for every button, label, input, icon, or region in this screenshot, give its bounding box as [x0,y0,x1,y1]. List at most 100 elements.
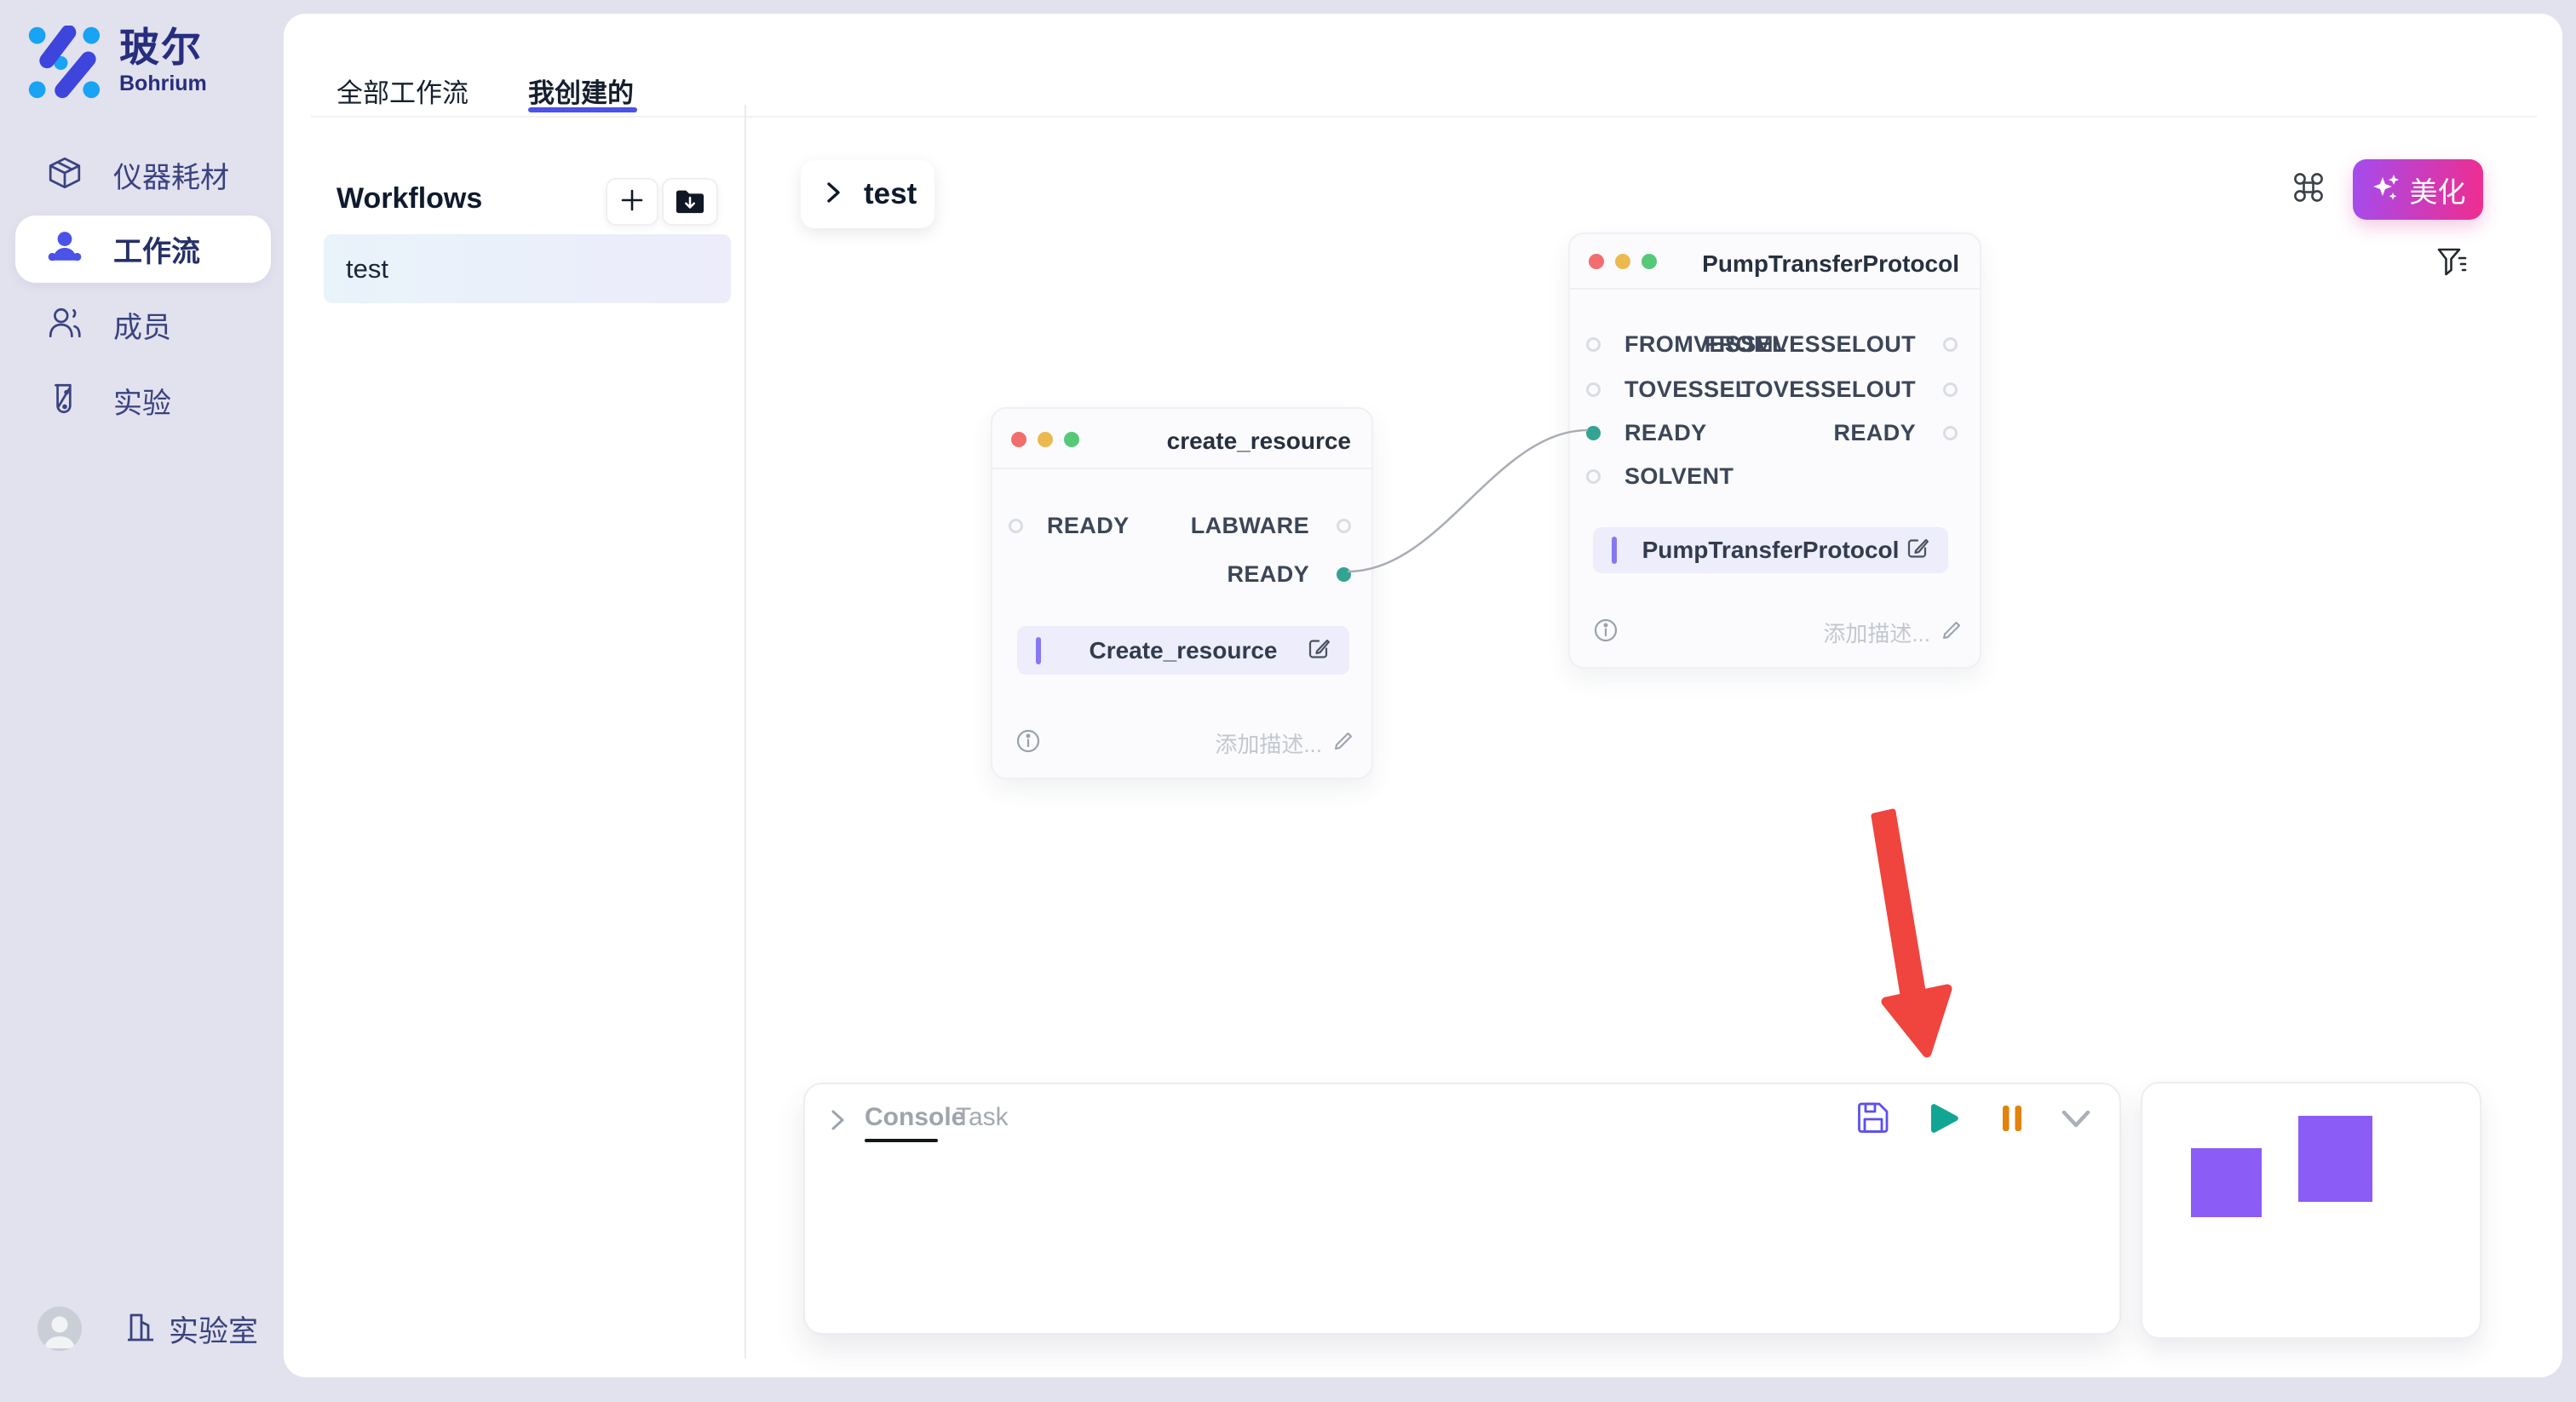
red-dot-icon [1011,432,1026,447]
bohrium-logo-icon [27,26,101,103]
yellow-dot-icon [1615,254,1630,269]
workflows-panel-title: Workflows [336,182,482,215]
green-dot-icon [1642,254,1657,269]
port-ready-out[interactable]: READY [1227,561,1351,587]
node-header: create_resource [992,409,1371,469]
chevron-down-icon[interactable] [2059,1108,2093,1135]
port-circle-connected[interactable] [1586,426,1601,440]
sidebar-item-label: 工作流 [113,228,200,270]
traffic-dots [1589,254,1657,269]
edit-icon[interactable] [1906,536,1931,566]
save-button[interactable] [1855,1100,1891,1140]
node-action-label: Create_resource [1089,637,1277,664]
import-folder-button[interactable] [662,178,718,226]
building-icon [123,1310,157,1348]
workflow-name: test [346,254,388,284]
minimap[interactable] [2141,1082,2481,1339]
add-description[interactable]: 添加描述... [1823,617,1963,648]
node-pump-transfer-protocol[interactable]: PumpTransferProtocol FROMVESSEL TOVESSEL… [1568,233,1981,669]
breadcrumb[interactable]: test [801,160,934,228]
info-icon[interactable] [1015,727,1042,759]
sparkles-icon [2371,172,2401,207]
lab-switcher[interactable]: 实验室 [123,1307,258,1351]
breadcrumb-label: test [864,177,917,211]
port-solvent[interactable]: SOLVENT [1586,463,1734,489]
sidebar: 玻尔 Bohrium 仪器耗材 工作流 [0,0,284,1402]
port-circle[interactable] [1943,426,1958,440]
traffic-dots [1011,432,1079,447]
port-circle[interactable] [1943,337,1958,352]
port-circle[interactable] [1943,382,1958,397]
panel-canvas-divider [745,105,746,1359]
port-label: READY [1833,420,1916,446]
port-ready-in[interactable]: READY [1009,513,1130,538]
port-label: READY [1047,513,1130,539]
port-circle[interactable] [1586,382,1601,397]
add-description[interactable]: 添加描述... [1215,727,1354,759]
task-tab[interactable]: Task [956,1103,1009,1132]
pause-button[interactable] [1997,1103,2027,1138]
filter-button[interactable] [2436,246,2469,281]
port-tovesselout[interactable]: TOVESSELOUT [1741,376,1958,402]
members-icon [47,305,83,345]
minimap-node [2298,1116,2372,1202]
node-action-button[interactable]: PumpTransferProtocol [1593,527,1948,573]
sidebar-item-members[interactable]: 成员 [15,292,271,357]
user-avatar[interactable] [37,1307,82,1351]
node-header: PumpTransferProtocol [1570,234,1980,290]
node-title: PumpTransferProtocol [1702,250,1959,278]
port-labware-out[interactable]: LABWARE [1191,513,1351,538]
tabbar-divider [311,116,2537,118]
port-tovessel[interactable]: TOVESSEL [1586,376,1750,402]
sidebar-item-consumables[interactable]: 仪器耗材 [15,142,271,207]
minimap-node [2191,1148,2262,1217]
sidebar-item-label: 成员 [113,304,171,346]
port-circle-connected[interactable] [1337,567,1351,582]
beautify-button[interactable]: 美化 [2353,159,2483,220]
node-action-label: PumpTransferProtocol [1642,537,1900,564]
yellow-dot-icon [1038,432,1053,447]
command-palette-button[interactable] [2291,170,2326,209]
port-circle[interactable] [1586,337,1601,352]
port-circle[interactable] [1009,519,1023,533]
port-label: TOVESSEL [1624,376,1750,403]
tab-created-by-me[interactable]: 我创建的 [528,72,634,110]
workflow-icon [47,229,83,269]
accent-bar [1036,637,1041,664]
info-icon[interactable] [1592,617,1619,648]
experiment-icon [47,381,83,421]
console-collapse-chevron[interactable] [829,1106,848,1138]
console-tab[interactable]: Console [865,1103,965,1132]
console-panel: Console Task [803,1083,2121,1335]
workflow-list-item-test[interactable]: test [324,234,731,303]
port-circle[interactable] [1337,519,1351,533]
port-fromvesselout[interactable]: FROMVESSELOUT [1705,331,1958,357]
node-title: create_resource [1167,428,1351,455]
node-create-resource[interactable]: create_resource READY LABWARE READY Crea… [991,407,1373,779]
port-label: READY [1624,420,1707,446]
command-icon [2291,193,2326,208]
sidebar-item-experiment[interactable]: 实验 [15,368,271,433]
green-dot-icon [1064,432,1079,447]
brand-name-en: Bohrium [119,72,207,96]
port-circle[interactable] [1586,469,1601,484]
tab-all-workflows[interactable]: 全部工作流 [336,72,469,110]
filter-icon [2436,266,2469,280]
brand-logo: 玻尔 Bohrium [27,26,207,103]
node-action-button[interactable]: Create_resource [1017,626,1349,675]
port-label: SOLVENT [1624,463,1734,490]
chevron-right-icon [825,179,843,210]
sidebar-item-workflow[interactable]: 工作流 [15,215,271,283]
edit-icon[interactable] [1307,635,1332,665]
red-dot-icon [1589,254,1604,269]
add-workflow-button[interactable] [606,178,658,226]
run-button[interactable] [1926,1101,1960,1140]
active-tab-underline [528,107,637,112]
port-ready-in[interactable]: READY [1586,420,1707,445]
description-placeholder: 添加描述... [1215,727,1322,759]
port-ready-out[interactable]: READY [1833,420,1958,445]
description-placeholder: 添加描述... [1823,617,1930,648]
node-footer: 添加描述... [1015,727,1354,759]
box-icon [47,155,83,195]
node-footer: 添加描述... [1592,617,1963,648]
